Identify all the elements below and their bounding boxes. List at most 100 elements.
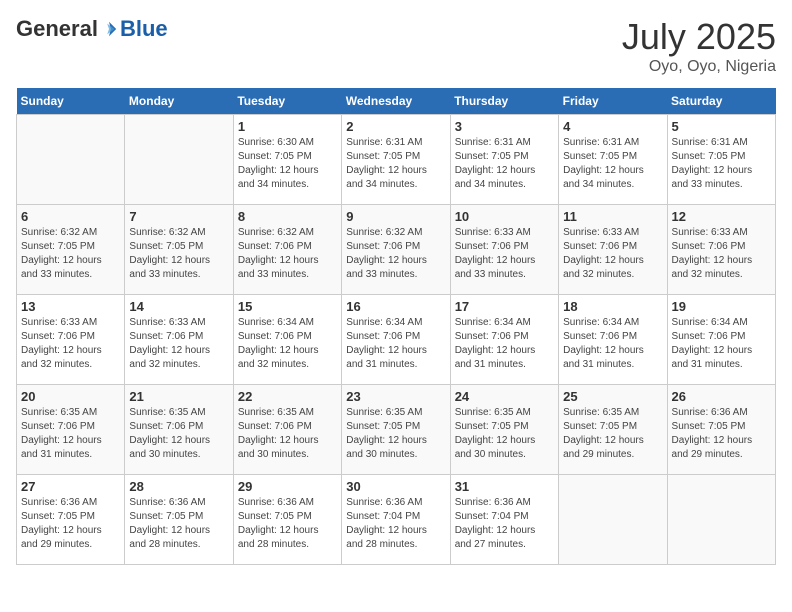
calendar-day-cell: 6Sunrise: 6:32 AMSunset: 7:05 PMDaylight… (17, 205, 125, 295)
weekday-header: Monday (125, 88, 233, 115)
weekday-header: Wednesday (342, 88, 450, 115)
calendar-day-cell: 14 Sunrise: 6:33 AMSunset: 7:06 PMDayligh… (125, 295, 233, 385)
calendar-day-cell: 31Sunrise: 6:36 AMSunset: 7:04 PMDayligh… (450, 475, 558, 565)
logo-blue-text: Blue (120, 16, 168, 42)
day-number: 28 (129, 479, 228, 494)
calendar-day-cell: 23 Sunrise: 6:35 AMSunset: 7:05 PMDayligh… (342, 385, 450, 475)
day-number: 11 (563, 209, 662, 224)
day-number: 2 (346, 119, 445, 134)
calendar-week-row: 13Sunrise: 6:33 AMSunset: 7:06 PMDayligh… (17, 295, 776, 385)
weekday-header: Saturday (667, 88, 775, 115)
day-info: Sunrise: 6:34 AMSunset: 7:06 PMDaylight:… (563, 316, 662, 372)
calendar-day-cell: 16Sunrise: 6:34 AMSunset: 7:06 PMDayligh… (342, 295, 450, 385)
calendar-day-cell: 9 Sunrise: 6:32 AMSunset: 7:06 PMDaylight… (342, 205, 450, 295)
day-info: Sunrise: 6:36 AMSunset: 7:04 PMDaylight:… (455, 496, 554, 552)
day-info: Sunrise: 6:36 AMSunset: 7:04 PMDaylight:… (346, 496, 445, 552)
weekday-header: Tuesday (233, 88, 341, 115)
day-number: 17 (455, 299, 554, 314)
day-info: Sunrise: 6:32 AMSunset: 7:06 PMDaylight:… (346, 226, 445, 282)
calendar-day-cell: 22Sunrise: 6:35 AMSunset: 7:06 PMDayligh… (233, 385, 341, 475)
day-number: 3 (455, 119, 554, 134)
day-info: Sunrise: 6:35 AMSunset: 7:06 PMDaylight:… (129, 406, 228, 462)
calendar-day-cell: 5 Sunrise: 6:31 AMSunset: 7:05 PMDaylight… (667, 115, 775, 205)
calendar-day-cell: 3 Sunrise: 6:31 AMSunset: 7:05 PMDaylight… (450, 115, 558, 205)
calendar-day-cell: 11 Sunrise: 6:33 AMSunset: 7:06 PMDayligh… (559, 205, 667, 295)
day-number: 30 (346, 479, 445, 494)
calendar-day-cell: 21 Sunrise: 6:35 AMSunset: 7:06 PMDayligh… (125, 385, 233, 475)
day-info: Sunrise: 6:31 AMSunset: 7:05 PMDaylight:… (455, 136, 554, 192)
day-info: Sunrise: 6:32 AMSunset: 7:06 PMDaylight:… (238, 226, 337, 282)
day-number: 9 (346, 209, 445, 224)
day-info: Sunrise: 6:31 AMSunset: 7:05 PMDaylight:… (563, 136, 662, 192)
calendar-day-cell: 20Sunrise: 6:35 AMSunset: 7:06 PMDayligh… (17, 385, 125, 475)
month-title: July 2025 (622, 16, 776, 58)
day-info: Sunrise: 6:34 AMSunset: 7:06 PMDaylight:… (455, 316, 554, 372)
day-number: 27 (21, 479, 120, 494)
day-number: 18 (563, 299, 662, 314)
weekday-header-row: SundayMondayTuesdayWednesdayThursdayFrid… (17, 88, 776, 115)
day-number: 21 (129, 389, 228, 404)
calendar-day-cell: 13Sunrise: 6:33 AMSunset: 7:06 PMDayligh… (17, 295, 125, 385)
calendar-day-cell (125, 115, 233, 205)
weekday-header: Thursday (450, 88, 558, 115)
calendar-week-row: 20Sunrise: 6:35 AMSunset: 7:06 PMDayligh… (17, 385, 776, 475)
day-info: Sunrise: 6:31 AMSunset: 7:05 PMDaylight:… (346, 136, 445, 192)
calendar-day-cell: 10Sunrise: 6:33 AMSunset: 7:06 PMDayligh… (450, 205, 558, 295)
calendar-day-cell: 8 Sunrise: 6:32 AMSunset: 7:06 PMDaylight… (233, 205, 341, 295)
weekday-header: Friday (559, 88, 667, 115)
day-number: 12 (672, 209, 771, 224)
day-info: Sunrise: 6:34 AMSunset: 7:06 PMDaylight:… (672, 316, 771, 372)
calendar-day-cell: 28 Sunrise: 6:36 AMSunset: 7:05 PMDayligh… (125, 475, 233, 565)
day-info: Sunrise: 6:36 AMSunset: 7:05 PMDaylight:… (129, 496, 228, 552)
day-info: Sunrise: 6:34 AMSunset: 7:06 PMDaylight:… (346, 316, 445, 372)
calendar-day-cell (559, 475, 667, 565)
day-info: Sunrise: 6:36 AMSunset: 7:05 PMDaylight:… (21, 496, 120, 552)
calendar-day-cell: 2 Sunrise: 6:31 AMSunset: 7:05 PMDaylight… (342, 115, 450, 205)
logo-general-text: General (16, 16, 98, 42)
day-number: 23 (346, 389, 445, 404)
day-info: Sunrise: 6:30 AMSunset: 7:05 PMDaylight:… (238, 136, 337, 192)
day-number: 22 (238, 389, 337, 404)
day-info: Sunrise: 6:36 AMSunset: 7:05 PMDaylight:… (238, 496, 337, 552)
day-info: Sunrise: 6:33 AMSunset: 7:06 PMDaylight:… (563, 226, 662, 282)
calendar-week-row: 27 Sunrise: 6:36 AMSunset: 7:05 PMDayligh… (17, 475, 776, 565)
weekday-header: Sunday (17, 88, 125, 115)
page-header: General Blue July 2025 Oyo, Oyo, Nigeria (16, 16, 776, 76)
calendar-day-cell: 26 Sunrise: 6:36 AMSunset: 7:05 PMDayligh… (667, 385, 775, 475)
calendar-day-cell: 4Sunrise: 6:31 AMSunset: 7:05 PMDaylight… (559, 115, 667, 205)
day-number: 8 (238, 209, 337, 224)
day-info: Sunrise: 6:34 AMSunset: 7:06 PMDaylight:… (238, 316, 337, 372)
calendar-week-row: 6 Sunrise: 6:32 AMSunset: 7:05 PMDaylight… (17, 205, 776, 295)
day-info: Sunrise: 6:35 AMSunset: 7:05 PMDaylight:… (455, 406, 554, 462)
calendar-day-cell: 24 Sunrise: 6:35 AMSunset: 7:05 PMDayligh… (450, 385, 558, 475)
day-info: Sunrise: 6:35 AMSunset: 7:05 PMDaylight:… (346, 406, 445, 462)
day-info: Sunrise: 6:36 AMSunset: 7:05 PMDaylight:… (672, 406, 771, 462)
day-info: Sunrise: 6:33 AMSunset: 7:06 PMDaylight:… (455, 226, 554, 282)
day-number: 24 (455, 389, 554, 404)
day-number: 19 (672, 299, 771, 314)
day-number: 6 (21, 209, 120, 224)
calendar-day-cell: 12 Sunrise: 6:33 AMSunset: 7:06 PMDayligh… (667, 205, 775, 295)
calendar-table: SundayMondayTuesdayWednesdayThursdayFrid… (16, 88, 776, 565)
day-info: Sunrise: 6:35 AMSunset: 7:05 PMDaylight:… (563, 406, 662, 462)
logo-icon (100, 20, 118, 38)
day-info: Sunrise: 6:33 AMSunset: 7:06 PMDaylight:… (129, 316, 228, 372)
day-info: Sunrise: 6:32 AMSunset: 7:05 PMDaylight:… (129, 226, 228, 282)
day-number: 5 (672, 119, 771, 134)
day-info: Sunrise: 6:31 AMSunset: 7:05 PMDaylight:… (672, 136, 771, 192)
calendar-day-cell: 7Sunrise: 6:32 AMSunset: 7:05 PMDaylight… (125, 205, 233, 295)
calendar-day-cell: 1Sunrise: 6:30 AMSunset: 7:05 PMDaylight… (233, 115, 341, 205)
location-title: Oyo, Oyo, Nigeria (622, 58, 776, 76)
logo: General Blue (16, 16, 168, 42)
calendar-day-cell: 15 Sunrise: 6:34 AMSunset: 7:06 PMDayligh… (233, 295, 341, 385)
day-number: 25 (563, 389, 662, 404)
day-info: Sunrise: 6:35 AMSunset: 7:06 PMDaylight:… (21, 406, 120, 462)
day-info: Sunrise: 6:33 AMSunset: 7:06 PMDaylight:… (21, 316, 120, 372)
day-number: 15 (238, 299, 337, 314)
day-number: 29 (238, 479, 337, 494)
title-section: July 2025 Oyo, Oyo, Nigeria (622, 16, 776, 76)
calendar-day-cell: 17 Sunrise: 6:34 AMSunset: 7:06 PMDayligh… (450, 295, 558, 385)
day-number: 26 (672, 389, 771, 404)
day-number: 14 (129, 299, 228, 314)
day-info: Sunrise: 6:33 AMSunset: 7:06 PMDaylight:… (672, 226, 771, 282)
